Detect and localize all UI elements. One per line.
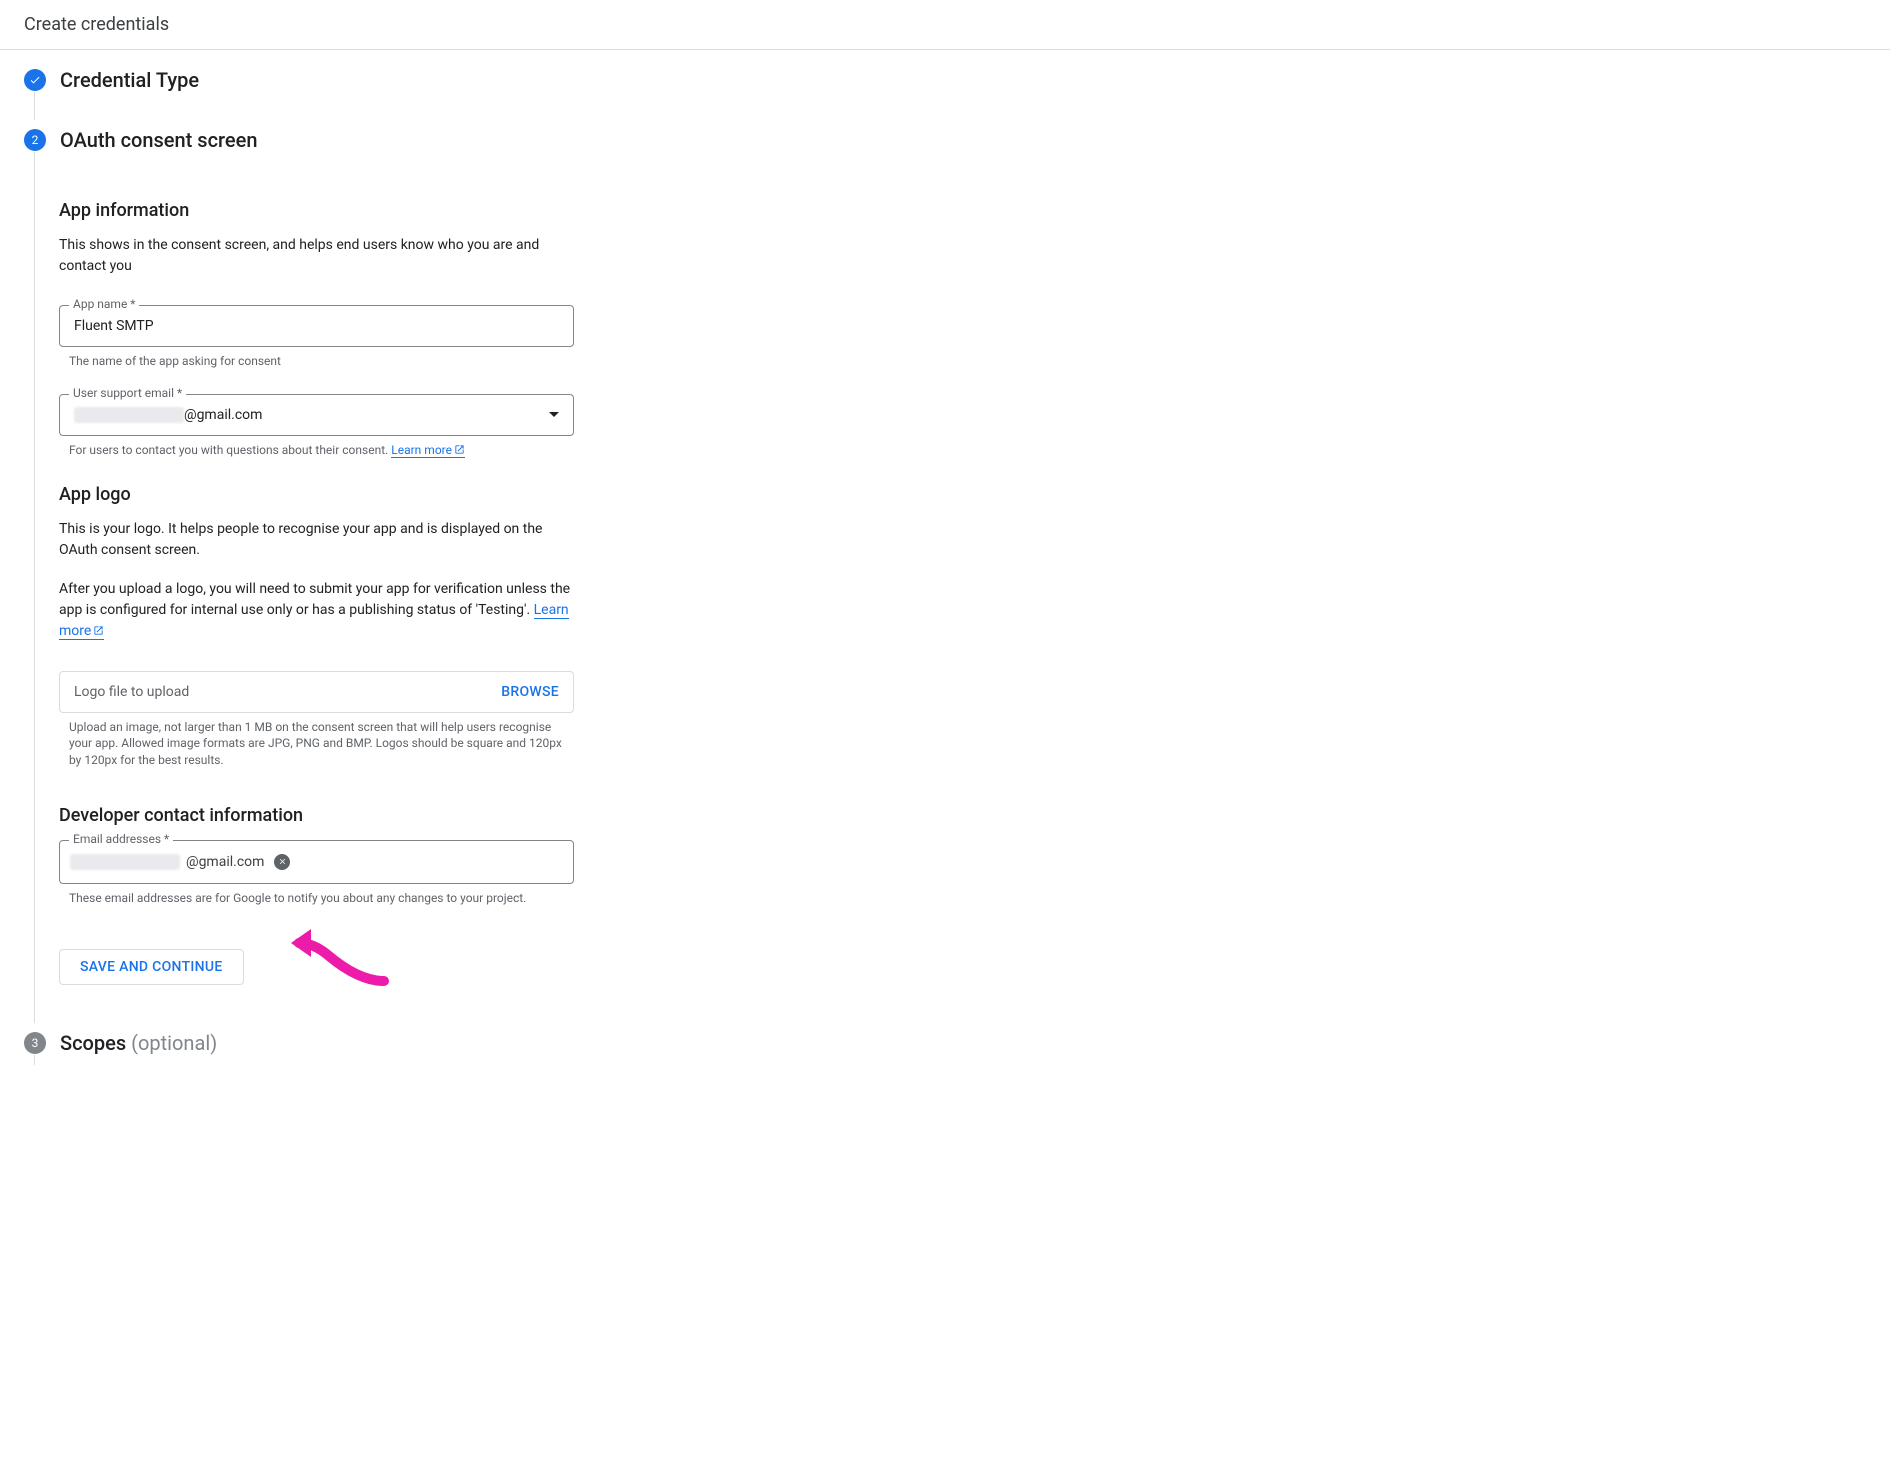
email-addresses-field-wrap: Email addresses * @gmail.com	[59, 840, 574, 884]
field-label: App name *	[69, 297, 139, 311]
redacted-text	[70, 854, 180, 870]
step-title: OAuth consent screen	[60, 128, 257, 152]
step-oauth-consent: 2 OAuth consent screen	[24, 128, 1866, 152]
page-title: Create credentials	[24, 14, 169, 35]
step-title: Scopes (optional)	[60, 1031, 217, 1055]
helper-text: For users to contact you with questions …	[59, 442, 574, 460]
content-area: Credential Type 2 OAuth consent screen A…	[0, 50, 1890, 1083]
helper-text: These email addresses are for Google to …	[59, 890, 574, 907]
field-label: User support email *	[69, 386, 186, 400]
file-placeholder: Logo file to upload	[74, 684, 189, 700]
section-app-logo: App logo This is your logo. It helps peo…	[59, 484, 574, 769]
section-description: This is your logo. It helps people to re…	[59, 519, 574, 643]
step-title: Credential Type	[60, 68, 199, 92]
section-heading: App logo	[59, 484, 574, 505]
helper-text: Upload an image, not larger than 1 MB on…	[59, 719, 574, 769]
step-body-oauth: App information This shows in the consen…	[34, 152, 574, 1023]
field-label: Email addresses *	[69, 832, 173, 846]
section-heading: Developer contact information	[59, 805, 574, 826]
chip-remove-icon[interactable]	[274, 854, 290, 870]
page-header: Create credentials	[0, 0, 1890, 50]
step-connector	[34, 1055, 35, 1065]
step-scopes[interactable]: 3 Scopes (optional)	[24, 1031, 1866, 1055]
step-credential-type[interactable]: Credential Type	[24, 68, 1866, 92]
logo-file-field-wrap: Logo file to upload BROWSE	[59, 671, 574, 713]
learn-more-link[interactable]: Learn more	[391, 443, 465, 458]
step-number-badge: 3	[24, 1032, 46, 1054]
section-developer-contact: Developer contact information Email addr…	[59, 805, 574, 985]
logo-file-input[interactable]: Logo file to upload BROWSE	[59, 671, 574, 713]
selected-email-value: @gmail.com	[74, 407, 262, 423]
annotation-arrow	[289, 921, 399, 991]
section-description: This shows in the consent screen, and he…	[59, 235, 574, 277]
external-link-icon	[93, 622, 104, 643]
email-addresses-input[interactable]: @gmail.com	[59, 840, 574, 884]
step-number-badge: 2	[24, 129, 46, 151]
checkmark-icon	[24, 69, 46, 91]
support-email-field-wrap: User support email * @gmail.com	[59, 394, 574, 436]
save-and-continue-button[interactable]: SAVE AND CONTINUE	[59, 949, 244, 985]
support-email-select[interactable]: @gmail.com	[59, 394, 574, 436]
email-chip: @gmail.com	[70, 854, 290, 870]
external-link-icon	[454, 443, 465, 460]
stepper: Credential Type 2 OAuth consent screen A…	[24, 68, 1866, 1065]
redacted-text	[74, 407, 184, 423]
section-heading: App information	[59, 200, 574, 221]
chevron-down-icon	[549, 412, 559, 417]
step-connector	[34, 92, 35, 120]
section-app-information: App information This shows in the consen…	[59, 200, 574, 460]
app-name-field-wrap: App name *	[59, 305, 574, 347]
helper-text: The name of the app asking for consent	[59, 353, 574, 370]
browse-button[interactable]: BROWSE	[501, 684, 559, 700]
app-name-input[interactable]	[59, 305, 574, 347]
save-row: SAVE AND CONTINUE	[59, 931, 574, 985]
